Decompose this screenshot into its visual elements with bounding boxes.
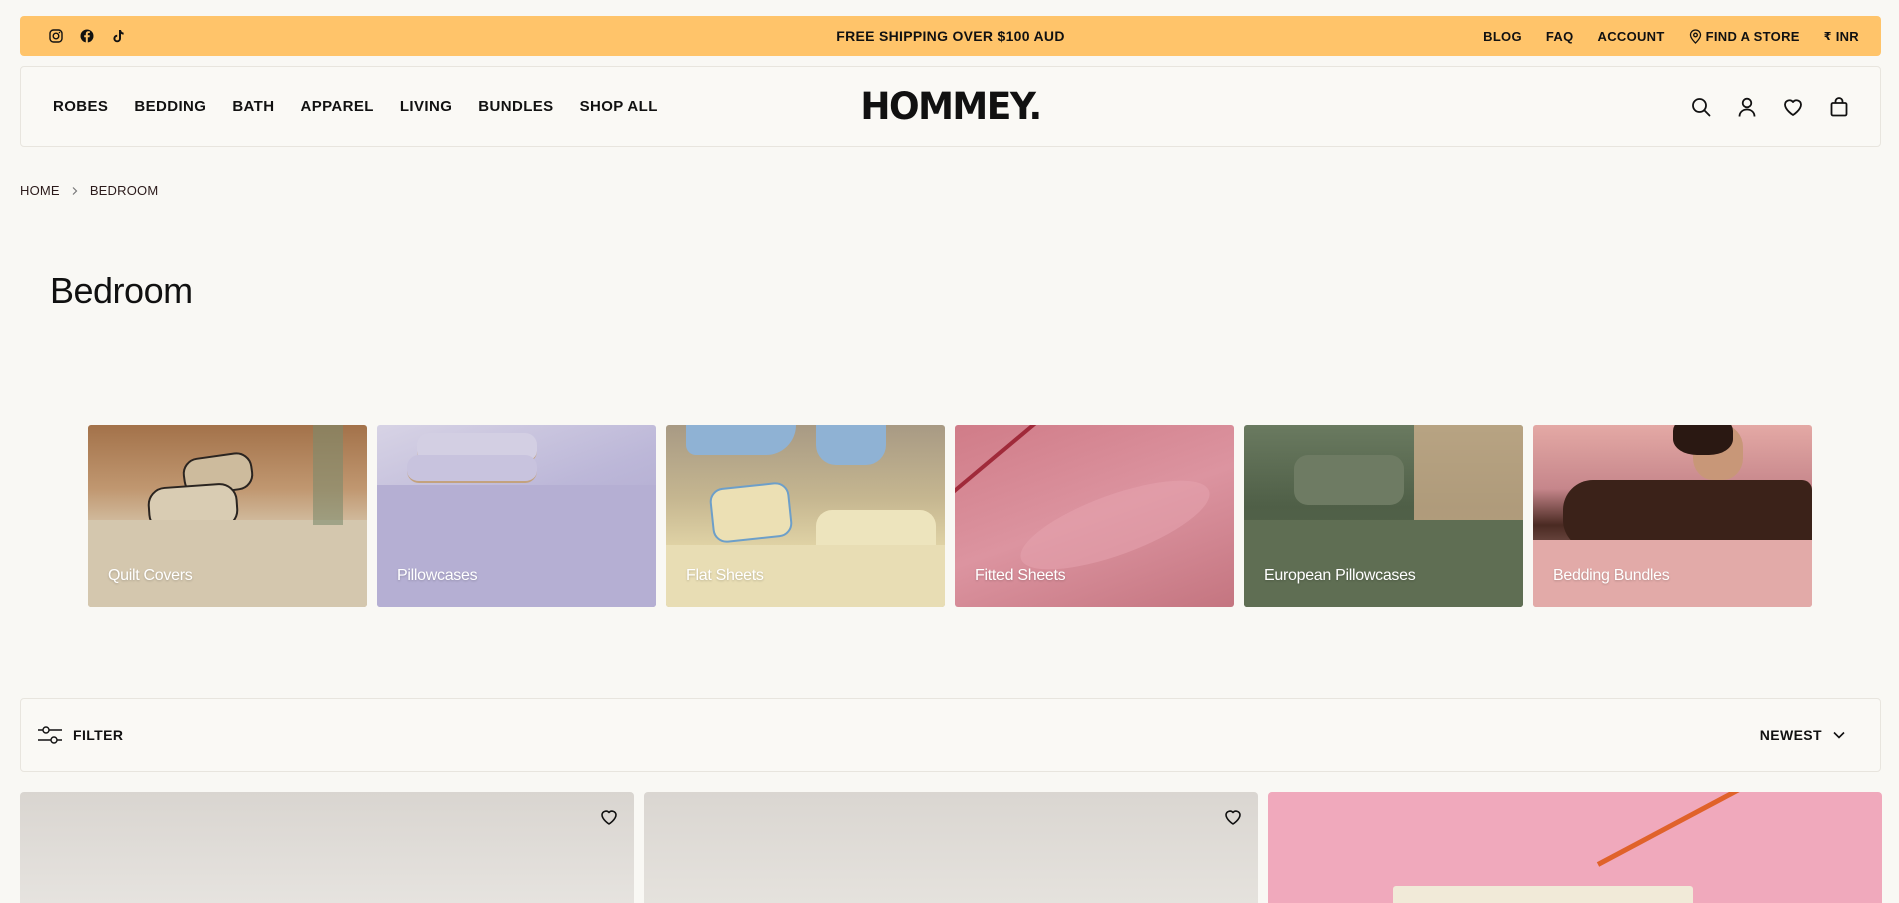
- main-nav: ROBES BEDDING BATH APPAREL LIVING BUNDLE…: [53, 98, 658, 115]
- currency-code: INR: [1835, 28, 1859, 44]
- wishlist-icon[interactable]: [1782, 96, 1804, 118]
- promo-card[interactable]: [1268, 792, 1882, 903]
- nav-item-bedding[interactable]: BEDDING: [134, 98, 206, 115]
- category-label: Pillowcases: [397, 567, 478, 584]
- category-label: European Pillowcases: [1264, 567, 1416, 584]
- product-grid: [20, 792, 1882, 903]
- breadcrumb: HOME BEDROOM: [20, 183, 158, 198]
- category-tile-quilt-covers[interactable]: Quilt Covers: [88, 425, 367, 607]
- blog-link[interactable]: BLOG: [1483, 29, 1522, 44]
- nav-item-bath[interactable]: BATH: [232, 98, 274, 115]
- sort-dropdown[interactable]: NEWEST: [1760, 727, 1846, 743]
- category-tile-fitted-sheets[interactable]: Fitted Sheets: [955, 425, 1234, 607]
- category-tile-flat-sheets[interactable]: Flat Sheets: [666, 425, 945, 607]
- filter-sliders-icon: [37, 724, 63, 746]
- product-card[interactable]: [20, 792, 634, 903]
- currency-selector[interactable]: ₹ INR: [1824, 29, 1859, 44]
- main-header: ROBES BEDDING BATH APPAREL LIVING BUNDLE…: [20, 66, 1881, 147]
- category-label: Flat Sheets: [686, 567, 764, 584]
- category-tile-european-pillowcases[interactable]: European Pillowcases: [1244, 425, 1523, 607]
- social-links: [48, 28, 268, 44]
- nav-item-apparel[interactable]: APPAREL: [300, 98, 373, 115]
- chevron-right-icon: [70, 186, 80, 196]
- nav-item-living[interactable]: LIVING: [400, 98, 452, 115]
- announcement-bar: FREE SHIPPING OVER $100 AUD BLOG FAQ ACC…: [20, 16, 1881, 56]
- nav-item-bundles[interactable]: BUNDLES: [478, 98, 553, 115]
- find-store-link[interactable]: FIND A STORE: [1689, 29, 1800, 44]
- category-label: Bedding Bundles: [1553, 567, 1670, 584]
- page-title: Bedroom: [50, 270, 193, 311]
- category-tile-pillowcases[interactable]: Pillowcases: [377, 425, 656, 607]
- instagram-icon[interactable]: [48, 28, 64, 44]
- category-tiles: Quilt Covers Pillowcases Flat Sheets Fit…: [88, 425, 1812, 607]
- category-label: Quilt Covers: [108, 567, 193, 584]
- facebook-icon[interactable]: [79, 28, 95, 44]
- search-icon[interactable]: [1690, 96, 1712, 118]
- product-card[interactable]: [644, 792, 1258, 903]
- breadcrumb-home[interactable]: HOME: [20, 183, 60, 198]
- tiktok-icon[interactable]: [110, 28, 126, 44]
- utility-links: BLOG FAQ ACCOUNT FIND A STORE ₹ INR: [1483, 29, 1859, 44]
- filter-button[interactable]: FILTER: [37, 724, 123, 746]
- heart-icon[interactable]: [598, 806, 620, 828]
- find-store-label: FIND A STORE: [1705, 28, 1800, 44]
- site-logo[interactable]: HOMMEY.: [860, 84, 1042, 129]
- category-label: Fitted Sheets: [975, 567, 1066, 584]
- bag-icon[interactable]: [1828, 96, 1850, 118]
- location-pin-icon: [1689, 28, 1702, 44]
- filter-toolbar: FILTER NEWEST: [20, 698, 1881, 772]
- breadcrumb-current: BEDROOM: [89, 183, 159, 198]
- heart-icon[interactable]: [1222, 806, 1244, 828]
- shipping-message: FREE SHIPPING OVER $100 AUD: [836, 28, 1065, 44]
- header-actions: [1690, 96, 1850, 118]
- filter-label: FILTER: [73, 727, 124, 743]
- account-icon[interactable]: [1736, 96, 1758, 118]
- faq-link[interactable]: FAQ: [1546, 29, 1574, 44]
- account-link[interactable]: ACCOUNT: [1598, 29, 1665, 44]
- sort-label: NEWEST: [1759, 727, 1822, 743]
- category-tile-bedding-bundles[interactable]: Bedding Bundles: [1533, 425, 1812, 607]
- currency-symbol: ₹: [1823, 30, 1832, 43]
- nav-item-shop-all[interactable]: SHOP ALL: [580, 98, 658, 115]
- logo-text: HOMMEY.: [860, 84, 1042, 129]
- nav-item-robes[interactable]: ROBES: [53, 98, 108, 115]
- chevron-down-icon: [1832, 728, 1846, 742]
